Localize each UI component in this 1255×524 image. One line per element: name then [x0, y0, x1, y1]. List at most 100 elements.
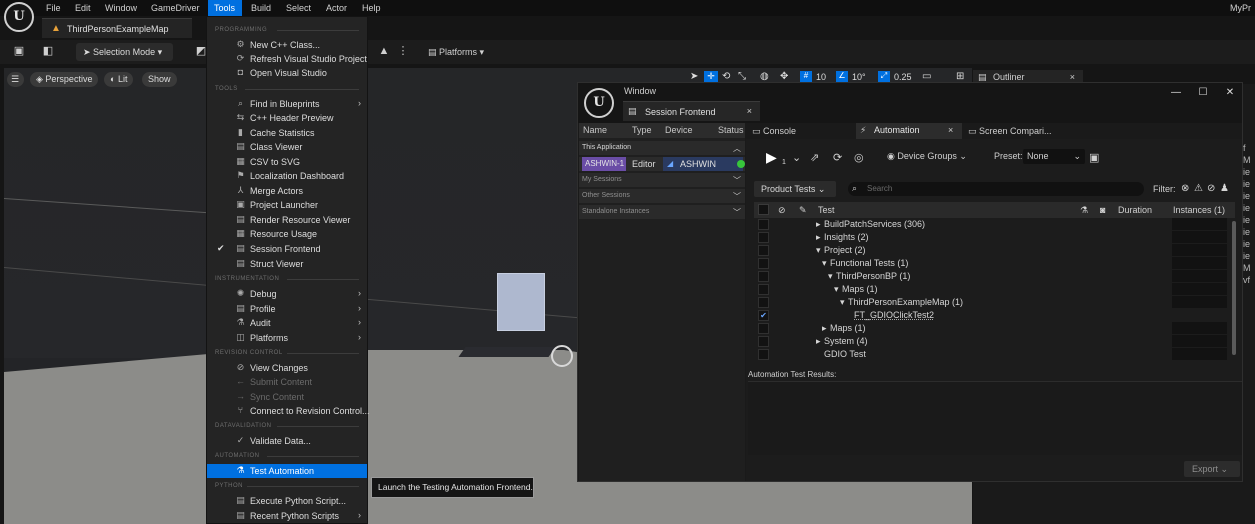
menu-item-merge-actors[interactable]: ⅄ Merge Actors: [207, 184, 367, 198]
menu-file[interactable]: File: [42, 0, 65, 16]
menu-item-cpp-header-preview[interactable]: ⇆ C++ Header Preview: [207, 111, 367, 125]
level-tab[interactable]: ▲ ThirdPersonExampleMap: [42, 18, 192, 38]
menu-item-localization-dashboard[interactable]: ⚑ Localization Dashboard: [207, 169, 367, 183]
group-my-sessions[interactable]: My Sessions ﹀: [579, 173, 745, 187]
menu-actor[interactable]: Actor: [322, 0, 351, 16]
search-input[interactable]: ⌕ Search: [848, 182, 1144, 196]
collapse-arrow-icon[interactable]: ▾: [840, 297, 845, 308]
collapse-arrow-icon[interactable]: ▾: [834, 284, 839, 295]
menu-item-execute-python[interactable]: ▤ Execute Python Script...: [207, 494, 367, 508]
table-row[interactable]: GDIO Test: [754, 348, 1235, 361]
show-button[interactable]: Show: [142, 72, 177, 87]
globe-icon[interactable]: ◍: [760, 71, 769, 82]
disabled-column-icon[interactable]: ⊘: [778, 205, 786, 216]
col-name[interactable]: Name: [583, 125, 607, 135]
more-options-icon[interactable]: ⋮: [396, 44, 410, 58]
test-checkbox[interactable]: [758, 245, 769, 256]
camera-speed-icon[interactable]: ▭: [922, 71, 931, 82]
warning-filter-icon[interactable]: ⚠: [1194, 183, 1203, 194]
find-workers-icon[interactable]: ◎: [854, 151, 864, 164]
col-instances[interactable]: Instances (1): [1173, 205, 1225, 215]
menu-item-refresh-vs[interactable]: ⟳ Refresh Visual Studio Project: [207, 52, 367, 66]
scale-icon[interactable]: ⤡: [738, 71, 746, 82]
test-checkbox[interactable]: [758, 323, 769, 334]
export-button[interactable]: Export ⌄: [1184, 461, 1240, 477]
developer-filter-icon[interactable]: ♟: [1220, 183, 1229, 194]
test-checkbox[interactable]: [758, 219, 769, 230]
close-icon[interactable]: ×: [747, 106, 752, 116]
rotation-snap-value[interactable]: 10°: [852, 72, 866, 82]
col-duration[interactable]: Duration: [1118, 205, 1152, 215]
group-other-sessions[interactable]: Other Sessions ﹀: [579, 189, 745, 203]
menu-item-profile[interactable]: ▤ Profile ›: [207, 302, 367, 316]
group-standalone[interactable]: Standalone Instances ﹀: [579, 205, 745, 219]
unreal-logo-icon[interactable]: U: [4, 2, 34, 32]
refresh-icon[interactable]: ⟳: [833, 151, 842, 164]
tests-scrollbar[interactable]: [1232, 221, 1236, 355]
close-window-icon[interactable]: ✕: [1224, 87, 1236, 98]
table-row[interactable]: ▾ ThirdPersonExampleMap (1): [754, 296, 1235, 309]
collapse-arrow-icon[interactable]: ▾: [822, 258, 827, 269]
error-filter-icon[interactable]: ⊗: [1181, 183, 1189, 194]
rotate-icon[interactable]: ⟲: [722, 71, 730, 82]
menu-item-debug[interactable]: ✺ Debug ›: [207, 287, 367, 301]
menu-tools[interactable]: Tools: [208, 0, 242, 16]
edit-column-icon[interactable]: ✎: [799, 205, 807, 216]
save-preset-icon[interactable]: ▣: [1089, 151, 1099, 164]
test-checkbox[interactable]: [758, 271, 769, 282]
preset-select[interactable]: None ⌄: [1023, 149, 1085, 164]
expand-arrow-icon[interactable]: ▸: [816, 219, 821, 230]
maximize-viewport-icon[interactable]: ⊞: [956, 71, 964, 82]
test-checkbox[interactable]: [758, 336, 769, 347]
test-checkbox[interactable]: [758, 297, 769, 308]
test-checkbox[interactable]: [758, 349, 769, 360]
menu-gamedriver[interactable]: GameDriver: [147, 0, 204, 16]
menu-item-cache-statistics[interactable]: ▮ Cache Statistics: [207, 126, 367, 140]
expand-arrow-icon[interactable]: ▸: [822, 323, 827, 334]
save-icon[interactable]: ▣: [12, 44, 26, 58]
table-row[interactable]: ▾ Project (2): [754, 244, 1235, 257]
player-start-gizmo[interactable]: [551, 345, 573, 367]
table-row[interactable]: ▸ Insights (2): [754, 231, 1235, 244]
device-groups-dropdown[interactable]: ◉ Device Groups ⌄: [887, 149, 967, 164]
menu-item-connect-revision-control[interactable]: ⑂ Connect to Revision Control...: [207, 404, 370, 418]
collapse-arrow-icon[interactable]: ▾: [816, 245, 821, 256]
menu-item-csv-to-svg[interactable]: ▦ CSV to SVG: [207, 155, 367, 169]
test-checkbox[interactable]: [758, 258, 769, 269]
grid-snap-value[interactable]: 10: [816, 72, 826, 82]
menu-item-find-in-blueprints[interactable]: ⌕ Find in Blueprints ›: [207, 97, 367, 111]
menu-item-new-cpp-class[interactable]: ⚙ New C++ Class...: [207, 38, 367, 52]
disabled-filter-icon[interactable]: ⊘: [1207, 183, 1215, 194]
scale-snap-value[interactable]: 0.25: [894, 72, 912, 82]
tab-console[interactable]: ▭ Console: [752, 124, 796, 138]
menu-item-project-launcher[interactable]: ▣ Project Launcher: [207, 198, 367, 212]
run-tests-button[interactable]: ▶: [766, 149, 777, 166]
perspective-button[interactable]: ◈ Perspective: [30, 72, 99, 87]
menu-item-validate-data[interactable]: ✓ Validate Data...: [207, 434, 367, 448]
menu-item-view-changes[interactable]: ⊘ View Changes: [207, 361, 367, 375]
menu-item-recent-python[interactable]: ▤ Recent Python Scripts ›: [207, 509, 367, 523]
test-checkbox[interactable]: [758, 232, 769, 243]
session-frontend-tab[interactable]: ▤ Session Frontend ×: [623, 101, 760, 121]
select-icon[interactable]: ➤: [690, 71, 698, 82]
menu-item-audit[interactable]: ⚗ Audit ›: [207, 316, 367, 330]
minimize-icon[interactable]: —: [1170, 87, 1182, 98]
viewport-menu-icon[interactable]: ☰: [7, 72, 24, 87]
table-row[interactable]: ▾ Maps (1): [754, 283, 1235, 296]
select-all-checkbox[interactable]: [758, 204, 769, 215]
window-menu[interactable]: Window: [624, 86, 656, 96]
menu-item-test-automation[interactable]: ⚗ Test Automation: [207, 464, 367, 478]
test-checkbox[interactable]: [758, 284, 769, 295]
tab-screen-comparison[interactable]: ▭ Screen Compari...: [968, 124, 1052, 138]
menu-build[interactable]: Build: [247, 0, 275, 16]
tab-automation[interactable]: ⚡ Automation ×: [856, 123, 962, 139]
close-icon[interactable]: ×: [948, 125, 953, 135]
table-row[interactable]: ▸ Maps (1): [754, 322, 1235, 335]
menu-item-session-frontend[interactable]: ✔ ▤ Session Frontend: [207, 242, 367, 256]
results-area[interactable]: [748, 381, 1242, 455]
selection-mode-dropdown[interactable]: ➤ Selection Mode ▾: [76, 43, 173, 61]
menu-item-resource-usage[interactable]: ▦ Resource Usage: [207, 227, 367, 241]
table-row[interactable]: ✔ FT_GDIOClickTest2: [754, 309, 1235, 322]
lit-button[interactable]: ◐ Lit: [104, 72, 134, 87]
chevron-down-icon[interactable]: ⌄: [792, 151, 801, 164]
